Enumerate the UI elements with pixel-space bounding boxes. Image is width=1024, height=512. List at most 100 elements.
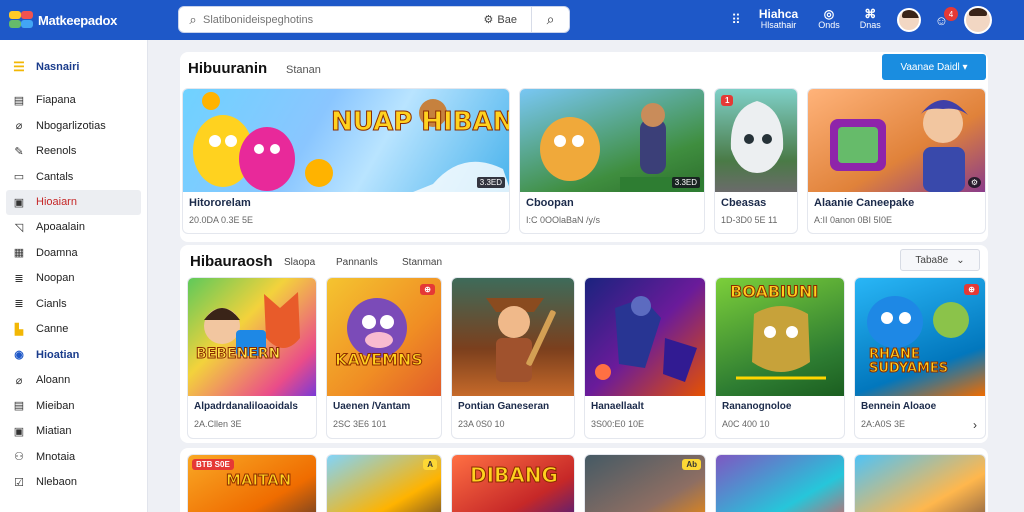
featured-card-2[interactable]: 3.3ED Cboopan I:C 0OOlaBaN /y/s (519, 88, 705, 234)
card-thumbnail (585, 278, 705, 396)
top-action-1[interactable]: Hiahca Hlsathair (758, 7, 799, 31)
search-bar: ⌕ ⚙ Bae ⌕ (178, 6, 570, 33)
top-action-2[interactable]: ◎ Onds (818, 7, 840, 31)
notification-badge: 4 (944, 7, 958, 21)
card-meta: 23A 0S0 10 (458, 419, 505, 429)
featured-card-4[interactable]: ⚙ Alaanie Caneepake A:II 0anon 0BI 5I0E (807, 88, 986, 234)
card-thumbnail (452, 278, 574, 396)
chevron-right-icon[interactable]: › (973, 418, 977, 432)
sidebar-item-7[interactable]: ▦ Doamna (0, 240, 147, 265)
card-art (595, 296, 697, 382)
user-avatar[interactable] (964, 6, 992, 34)
card-art (486, 298, 556, 382)
popular-card-2[interactable]: ⊕ KAVEMNS Uaenen /Vantam 2SC 3E6 101 (326, 277, 442, 439)
menu-icon: ☰ (13, 58, 25, 74)
card-meta: I:C 0OOlaBaN /y/s (526, 215, 601, 225)
search-button[interactable]: ⌕ (531, 7, 569, 32)
card-art (867, 296, 969, 348)
list-icon: ≣ (14, 272, 24, 285)
featured-card-1[interactable]: NUAP HIBANG 3.3ED Hitororelam 20.0DA 0.3… (182, 88, 510, 234)
sort-dropdown[interactable]: Taba8e ⌄ (900, 249, 980, 271)
sidebar-item-5[interactable]: ▣ Hioaiarn (6, 189, 141, 215)
tab-3[interactable]: Stanman (402, 257, 442, 268)
card-thumbnail: Ab (585, 455, 705, 512)
card-thumbnail: BOABIUNI (716, 278, 844, 396)
card-title: Hitororelam (189, 197, 251, 209)
top-action-2-glyph: ◎ (823, 7, 835, 21)
sidebar-item-12[interactable]: ⌀ Aloann (0, 368, 147, 393)
popular-card-1[interactable]: BEBENERN Alpadrdanaliloaoidals 2A.Cllen … (187, 277, 317, 439)
more-card-2[interactable]: A (326, 454, 442, 512)
card-meta: A0C 400 10 (722, 419, 770, 429)
sidebar-item-label: Reenols (36, 145, 77, 157)
more-card-4[interactable]: Ab (584, 454, 706, 512)
card-meta: 20.0DA 0.3E 5E (189, 215, 254, 225)
card-art-title: BOABIUNI (729, 282, 819, 302)
edit-icon: ◹ (14, 221, 24, 234)
popular-section: Hibauraosh Slaopa Pannanls Stanman Taba8… (180, 245, 988, 443)
sidebar-item-label: Hioatian (36, 348, 80, 361)
card-meta: 2SC 3E6 101 (333, 419, 387, 429)
sidebar-item-3[interactable]: ✎ Reenols (0, 139, 147, 164)
top-action-1-glyph: Hiahca (758, 7, 799, 21)
settings-icon: ⚙ (967, 177, 981, 188)
sidebar-item-16[interactable]: ☑ Nlebaon (0, 470, 147, 495)
card-thumbnail: A (327, 455, 441, 512)
more-card-6[interactable] (854, 454, 986, 512)
card-thumbnail: 1 (715, 89, 797, 192)
more-card-3[interactable]: DIBANG (451, 454, 575, 512)
card-title: Uaenen /Vantam (333, 401, 411, 412)
sidebar-item-2[interactable]: ⌀ Nbogarlizotias (0, 113, 147, 138)
tab-2[interactable]: Pannanls (336, 257, 378, 268)
card-thumbnail: DIBANG (452, 455, 574, 512)
sidebar: ☰ Nasnairi ▤ Fiapana ⌀ Nbogarlizotias ✎ Reen… (0, 40, 148, 512)
filter-icon: ⚙ (483, 14, 494, 26)
sidebar-item-15[interactable]: ⚇ Mnotaia (0, 444, 147, 469)
search-input[interactable] (203, 13, 484, 26)
sidebar-item-label: Nasnairi (36, 60, 80, 73)
popular-card-3[interactable]: Pontian Ganeseran 23A 0S0 10 (451, 277, 575, 439)
card-art-title: KAVEMNS (335, 350, 424, 370)
card-title: Alaanie Caneepake (814, 197, 915, 209)
featured-section: Hibuuranin Stanan Vaanae Daidl ▾ NUAP HI… (180, 52, 988, 242)
more-card-5[interactable] (715, 454, 845, 512)
card-title: Cboopan (526, 197, 574, 209)
avatar[interactable] (896, 8, 921, 32)
card-art (347, 298, 407, 358)
tab-1[interactable]: Slaopa (284, 257, 315, 268)
grid-icon[interactable]: ⠿ (731, 12, 741, 28)
popular-card-6[interactable]: ⊕ RHANE SUDYAMES Bennein Aloaoe 2A:A0S 3… (854, 277, 986, 439)
sidebar-item-6[interactable]: ◹ Apoaalain (0, 215, 147, 240)
sidebar-item-9[interactable]: ≣ Cianls (0, 291, 147, 316)
top-right-actions: ⠿ Hiahca Hlsathair ◎ Onds ⌘ Dnas ☺ 4 (723, 0, 1024, 40)
sidebar-item-label: Cantals (36, 170, 74, 183)
card-thumbnail: ⚙ (808, 89, 985, 192)
list-icon: ≣ (14, 298, 24, 310)
sidebar-item-13[interactable]: ▤ Mieiban (0, 393, 147, 418)
featured-dropdown-button[interactable]: Vaanae Daidl ▾ (882, 54, 986, 80)
popular-card-5[interactable]: BOABIUNI Rananognoloe A0C 400 10 (715, 277, 845, 439)
more-card-1[interactable]: BTB S0E MAITAN (187, 454, 317, 512)
top-bar: Matkeepadox ⌕ ⚙ Bae ⌕ ⠿ Hiahca Hlsathair… (0, 0, 1024, 40)
sidebar-item-14[interactable]: ▣ Miatian (0, 419, 147, 444)
sidebar-item-label: Canne (36, 323, 69, 335)
card-thumbnail: NUAP HIBANG 3.3ED (183, 89, 509, 192)
sidebar-item-4[interactable]: ▭ Cantals (0, 164, 147, 189)
sidebar-item-0[interactable]: ☰ Nasnairi (0, 54, 147, 79)
featured-card-3[interactable]: 1 Cbeasas 1D-3D0 5E 11 (714, 88, 798, 234)
top-action-3[interactable]: ⌘ Dnas (860, 8, 881, 31)
popular-title: Hibauraosh (190, 253, 273, 270)
search-filter[interactable]: ⚙ Bae (483, 13, 531, 27)
more-section: BTB S0E MAITAN A DIBANG Ab (180, 448, 988, 512)
popular-card-4[interactable]: Hanaellaalt 3S00:E0 10E (584, 277, 706, 439)
brand[interactable]: Matkeepadox (0, 9, 170, 31)
sidebar-item-11[interactable]: ◉ Hioatian (0, 342, 147, 367)
board-icon: ▣ (13, 196, 25, 209)
card-meta: 1D-3D0 5E 11 (721, 215, 778, 225)
sidebar-item-1[interactable]: ▤ Fiapana (0, 88, 147, 113)
sort-label: Taba8e (915, 254, 949, 266)
sidebar-item-label: Cianls (36, 297, 67, 310)
sidebar-item-10[interactable]: ▙ Canne (0, 317, 147, 342)
card-thumbnail: BEBENERN (188, 278, 316, 396)
sidebar-item-8[interactable]: ≣ Noopan (0, 266, 147, 291)
